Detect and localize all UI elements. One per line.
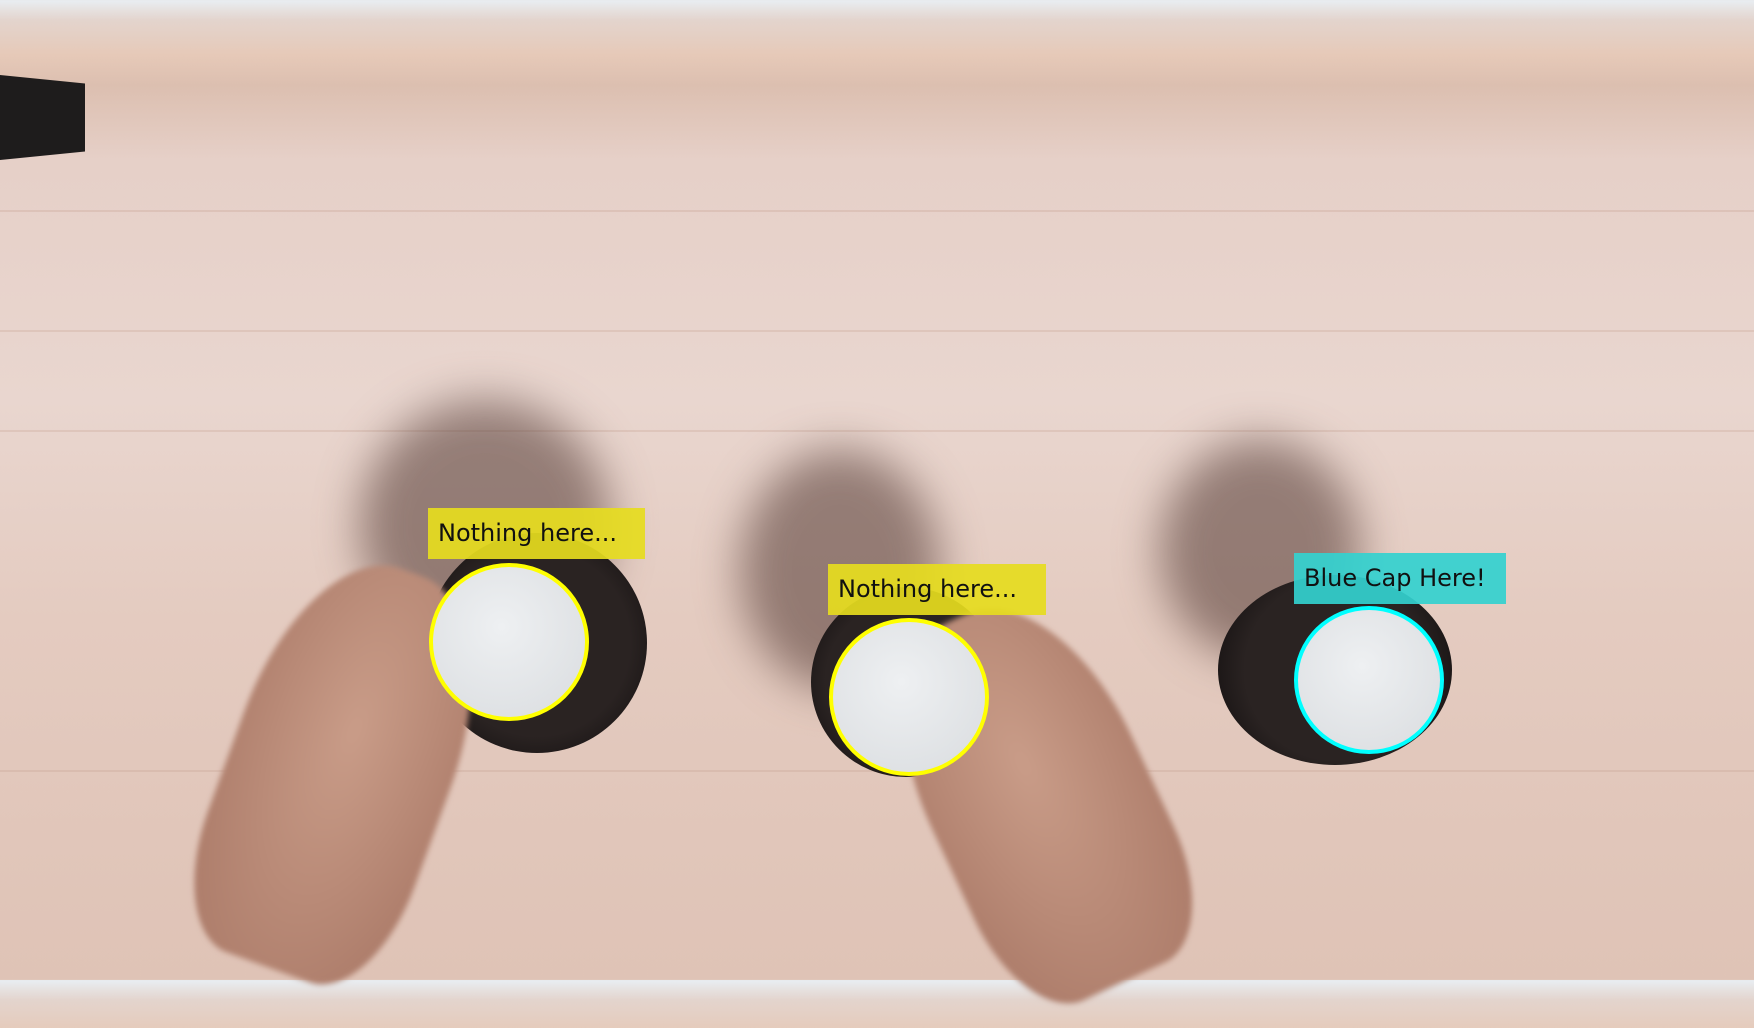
detection-label-1: Nothing here... xyxy=(428,508,645,559)
detection-label-2: Nothing here... xyxy=(828,564,1046,615)
detection-label-3: Blue Cap Here! xyxy=(1294,553,1506,604)
detection-ring-1 xyxy=(429,563,589,721)
monitor-edge xyxy=(0,75,85,160)
detection-ring-3 xyxy=(1294,606,1444,754)
detection-ring-2 xyxy=(829,618,989,776)
